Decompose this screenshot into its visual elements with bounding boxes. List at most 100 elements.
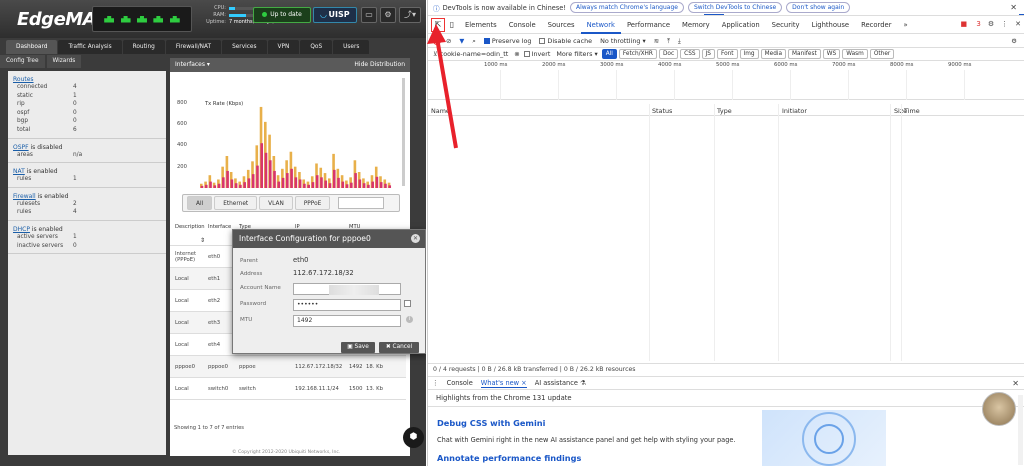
info-icon[interactable]: i	[406, 316, 413, 323]
type-filter-js[interactable]: JS	[701, 49, 715, 59]
clear-filter-icon[interactable]: ⊗	[514, 50, 519, 58]
type-filter-other[interactable]: Other	[869, 49, 895, 59]
annotate-performance-link[interactable]: Annotate performance findings	[437, 453, 581, 463]
column-header-name[interactable]: Name	[431, 107, 450, 115]
cancel-button[interactable]: ✖ Cancel	[379, 342, 419, 353]
more-tabs-icon[interactable]: »	[898, 17, 914, 34]
drawer-tab-console[interactable]: Console	[447, 379, 473, 387]
column-header-status[interactable]: Status	[652, 107, 672, 115]
preserve-log-checkbox[interactable]: Preserve log	[483, 37, 531, 45]
devtools-tab-performance[interactable]: Performance	[621, 17, 676, 34]
type-filter-doc[interactable]: Doc	[658, 49, 679, 59]
devtools-tab-sources[interactable]: Sources	[542, 17, 581, 34]
throttling-select[interactable]: No throttling ▾	[600, 37, 646, 45]
up-to-date-button[interactable]: Up to date	[253, 7, 311, 23]
close-icon[interactable]: ✕	[1015, 20, 1021, 28]
tab-vpn[interactable]: VPN	[267, 40, 300, 54]
more-filters-dropdown[interactable]: More filters ▾	[556, 50, 597, 58]
devtools-tab-elements[interactable]: Elements	[459, 17, 503, 34]
tab-traffic-analysis[interactable]: Traffic Analysis	[58, 40, 122, 54]
interfaces-dropdown[interactable]: Interfaces ▾	[175, 58, 210, 72]
dhcp-link[interactable]: DHCP	[13, 226, 30, 233]
filter-tab-ethernet[interactable]: Ethernet	[214, 196, 258, 210]
devtools-tab-network[interactable]: Network	[580, 17, 621, 34]
tab-wizards[interactable]: Wizards	[46, 55, 82, 68]
table-row[interactable]: pppoe0 pppoe0 pppoe 112.67.172.18/32 1492 18.…	[170, 356, 406, 378]
routes-link[interactable]: Routes	[13, 76, 34, 83]
settings-icon[interactable]: ⚙	[988, 20, 994, 28]
wifi-icon[interactable]: ≋	[654, 37, 659, 45]
devtools-tab-console[interactable]: Console	[503, 17, 542, 34]
tab-routing[interactable]: Routing	[122, 40, 165, 54]
switch-chinese-button[interactable]: Switch DevTools to Chinese	[687, 2, 783, 13]
network-settings-icon[interactable]: ⚙	[1011, 37, 1017, 45]
devtools-tab-application[interactable]: Application	[716, 17, 766, 34]
disable-cache-checkbox[interactable]: Disable cache	[539, 37, 592, 45]
drawer-tab-whats-new[interactable]: What's new ×	[480, 379, 527, 388]
tab-qos[interactable]: QoS	[300, 40, 333, 54]
type-filter-wasm[interactable]: Wasm	[842, 49, 868, 59]
uisp-button[interactable]: ◡ UISP	[313, 7, 357, 23]
close-icon[interactable]: ✕	[1010, 3, 1017, 12]
column-header-initiator[interactable]: Initiator	[782, 107, 807, 115]
devtools-tab-recorder[interactable]: Recorder	[855, 17, 897, 34]
clear-icon[interactable]: ⊘	[446, 37, 451, 45]
filter-tab-vlan[interactable]: VLAN	[259, 196, 293, 210]
column-header-time[interactable]: Time	[904, 107, 920, 115]
save-button[interactable]: ▣ Save	[341, 342, 375, 353]
filter-tab-all[interactable]: All	[187, 196, 213, 210]
device-toggle-icon[interactable]: ▯	[445, 18, 459, 32]
sort-icon[interactable]: ⇕	[200, 237, 205, 244]
tab-services[interactable]: Services	[222, 40, 267, 54]
type-filter-img[interactable]: Img	[739, 49, 759, 59]
column-header-type[interactable]: Type	[717, 107, 732, 115]
password-input[interactable]: ••••••	[293, 299, 401, 311]
tab-firewall-nat[interactable]: Firewall/NAT	[165, 40, 222, 54]
type-filter-fetchxhr[interactable]: Fetch/XHR	[618, 49, 657, 59]
filter-tab-pppoe[interactable]: PPPoE	[294, 196, 331, 210]
invert-checkbox[interactable]: Invert	[523, 50, 550, 58]
network-timeline[interactable]: 1000 ms 2000 ms 3000 ms 4000 ms 5000 ms 6000 …	[428, 62, 1024, 100]
type-filter-css[interactable]: CSS	[680, 49, 700, 59]
hide-distribution-button[interactable]: Hide Distribution	[354, 58, 405, 72]
type-filter-manifest[interactable]: Manifest	[788, 49, 821, 59]
filter-input[interactable]: cookie-name=odin_tt	[440, 50, 509, 58]
more-options-icon[interactable]: ⋮	[1001, 20, 1008, 28]
table-row[interactable]: Local switch0 switch 192.168.11.1/24 1500 13.…	[170, 378, 406, 400]
interface-search-input[interactable]	[338, 197, 385, 209]
match-language-button[interactable]: Always match Chrome's language	[569, 2, 684, 13]
cube-icon[interactable]: ⬢	[403, 427, 424, 448]
inspect-element-icon[interactable]: ⇱	[431, 18, 445, 32]
filter-icon[interactable]: ▼	[459, 37, 464, 45]
type-filter-media[interactable]: Media	[760, 49, 787, 59]
devtools-tab-memory[interactable]: Memory	[676, 17, 716, 34]
record-icon[interactable]	[433, 37, 441, 45]
devtools-tab-lighthouse[interactable]: Lighthouse	[806, 17, 855, 34]
firewall-link[interactable]: Firewall	[13, 193, 36, 200]
error-icon[interactable]: ■ 3	[954, 20, 981, 28]
tools-menu-icon[interactable]: ⤴▾	[399, 7, 421, 23]
nat-link[interactable]: NAT	[13, 168, 25, 175]
drawer-menu-icon[interactable]: ⋮	[432, 379, 439, 387]
close-icon[interactable]: ✕	[411, 234, 420, 243]
ospf-link[interactable]: OSPF	[13, 144, 29, 151]
type-filter-ws[interactable]: WS	[822, 49, 841, 59]
drawer-tab-ai-assistance[interactable]: AI assistance ⚗	[535, 379, 586, 387]
show-password-checkbox[interactable]	[404, 300, 411, 307]
debug-css-link[interactable]: Debug CSS with Gemini	[437, 418, 545, 428]
dont-show-again-button[interactable]: Don't show again	[786, 2, 851, 13]
download-icon[interactable]: ⤓	[678, 37, 681, 46]
search-icon[interactable]: ⌕	[472, 37, 476, 46]
type-filter-all[interactable]: All	[601, 49, 617, 59]
chart-scrollbar[interactable]	[402, 78, 405, 186]
tab-users[interactable]: Users	[333, 40, 370, 54]
upload-icon[interactable]: ⤒	[667, 37, 670, 46]
close-icon[interactable]: ✕	[1012, 379, 1019, 388]
type-filter-font[interactable]: Font	[716, 49, 738, 59]
tab-config-tree[interactable]: Config Tree	[0, 55, 45, 68]
drawer-scrollbar[interactable]	[1018, 395, 1023, 465]
tab-dashboard[interactable]: Dashboard	[6, 40, 58, 54]
devtools-tab-security[interactable]: Security	[766, 17, 806, 34]
terminal-icon[interactable]: ▭	[361, 7, 377, 23]
column-header[interactable]: Description	[170, 224, 208, 230]
